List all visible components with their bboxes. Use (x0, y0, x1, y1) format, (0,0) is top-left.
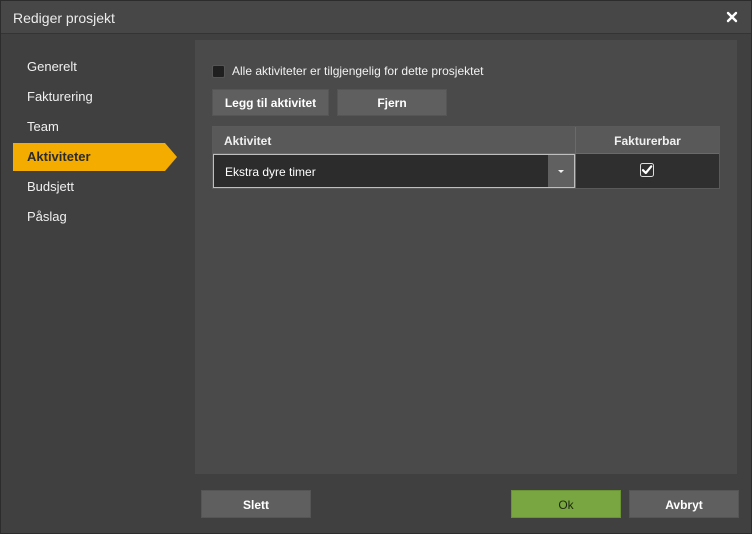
remove-button[interactable]: Fjern (337, 89, 447, 116)
sidebar: Generelt Fakturering Team Aktiviteter Bu… (1, 35, 191, 475)
sidebar-item-budsjett[interactable]: Budsjett (13, 173, 165, 201)
billable-cell (575, 154, 719, 188)
activities-grid: Aktivitet Fakturerbar Ekstra dyre timer (212, 126, 720, 189)
all-activities-label: Alle aktiviteter er tilgjengelig for det… (232, 64, 484, 78)
sidebar-item-fakturering[interactable]: Fakturering (13, 83, 165, 111)
all-activities-checkbox[interactable] (212, 64, 225, 78)
sidebar-item-team[interactable]: Team (13, 113, 165, 141)
column-header-activity[interactable]: Aktivitet (224, 134, 271, 148)
edit-project-dialog: Rediger prosjekt Generelt Fakturering Te… (0, 0, 752, 534)
sidebar-item-aktiviteter[interactable]: Aktiviteter (13, 143, 177, 171)
add-activity-button[interactable]: Legg til aktivitet (212, 89, 329, 116)
sidebar-item-generelt[interactable]: Generelt (13, 53, 165, 81)
all-activities-checkbox-row[interactable]: Alle aktiviteter er tilgjengelig for det… (212, 63, 483, 79)
grid-header: Aktivitet Fakturerbar (213, 127, 719, 154)
activities-panel: Alle aktiviteter er tilgjengelig for det… (195, 40, 737, 474)
close-icon[interactable] (723, 8, 741, 26)
dialog-title: Rediger prosjekt (13, 10, 115, 26)
table-row[interactable]: Ekstra dyre timer (213, 154, 719, 188)
chevron-down-icon[interactable] (548, 155, 574, 187)
activity-select-value: Ekstra dyre timer (225, 165, 316, 179)
sidebar-item-paslag[interactable]: Påslag (13, 203, 165, 231)
delete-button[interactable]: Slett (201, 490, 311, 518)
column-header-billable[interactable]: Fakturerbar (576, 134, 719, 148)
cancel-button[interactable]: Avbryt (629, 490, 739, 518)
billable-checkbox[interactable] (640, 163, 654, 177)
activity-select[interactable]: Ekstra dyre timer (213, 154, 575, 188)
ok-button[interactable]: Ok (511, 490, 621, 518)
title-bar: Rediger prosjekt (1, 1, 751, 34)
